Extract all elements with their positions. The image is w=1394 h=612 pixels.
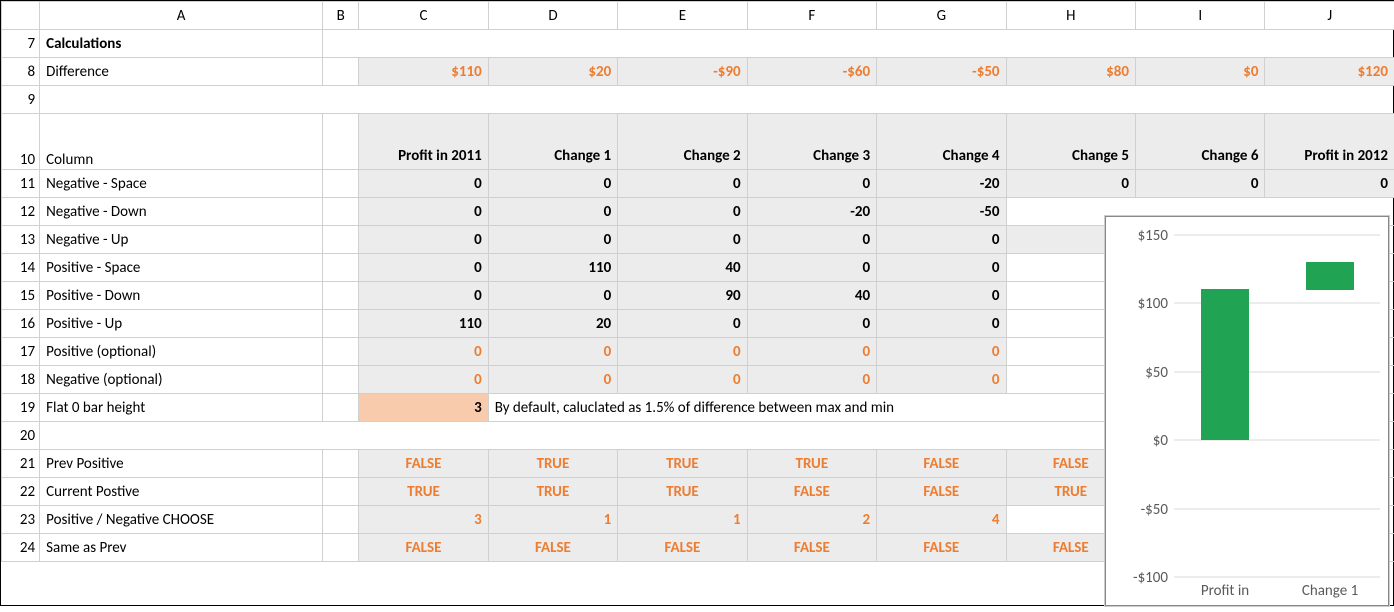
cell-I10[interactable]: Change 6	[1135, 114, 1264, 170]
row-hdr-10[interactable]: 10	[2, 114, 40, 170]
cell-F8[interactable]: -$60	[747, 58, 876, 86]
row-hdr-8[interactable]: 8	[2, 58, 40, 86]
cell-A13[interactable]: Negative - Up	[40, 226, 323, 254]
col-hdr-I[interactable]: I	[1135, 2, 1264, 30]
ytick-0: $0	[1153, 432, 1169, 450]
cell-E8[interactable]: -$90	[618, 58, 747, 86]
cell-D8[interactable]: $20	[488, 58, 617, 86]
cell-H8[interactable]: $80	[1006, 58, 1135, 86]
ytick-50: $50	[1145, 364, 1168, 382]
ytick-150: $150	[1138, 227, 1169, 245]
waterfall-chart[interactable]: $150 $100 $50 $0 -$50 -$100 Profit in Ch…	[1105, 216, 1389, 606]
cell-F10[interactable]: Change 3	[747, 114, 876, 170]
ytick-n100: -$100	[1133, 569, 1168, 587]
cell-A8[interactable]: Difference	[40, 58, 323, 86]
cell-C19[interactable]: 3	[359, 394, 488, 422]
xcat-0: Profit in	[1201, 582, 1249, 600]
cell-G8[interactable]: -$50	[877, 58, 1006, 86]
col-hdr-D[interactable]: D	[488, 2, 617, 30]
cell-A16[interactable]: Positive - Up	[40, 310, 323, 338]
col-hdr-A[interactable]: A	[40, 2, 323, 30]
cell-C10[interactable]: Profit in 2011	[359, 114, 488, 170]
cell-A15[interactable]: Positive - Down	[40, 282, 323, 310]
col-hdr-J[interactable]: J	[1265, 2, 1394, 30]
col-hdr-B[interactable]: B	[323, 2, 359, 30]
row-hdr-7[interactable]: 7	[2, 30, 40, 58]
cell-A12[interactable]: Negative - Down	[40, 198, 323, 226]
cell-D10[interactable]: Change 1	[488, 114, 617, 170]
cell-H10[interactable]: Change 5	[1006, 114, 1135, 170]
cell-E10[interactable]: Change 2	[618, 114, 747, 170]
cell-A14[interactable]: Positive - Space	[40, 254, 323, 282]
cell-A22[interactable]: Current Postive	[40, 478, 323, 506]
cell-J10[interactable]: Profit in 2012	[1265, 114, 1394, 170]
cell-A21[interactable]: Prev Positive	[40, 450, 323, 478]
cell-J8[interactable]: $120	[1265, 58, 1394, 86]
col-hdr-E[interactable]: E	[618, 2, 747, 30]
corner-cell[interactable]	[2, 2, 40, 30]
chart-svg: $150 $100 $50 $0 -$50 -$100 Profit in Ch…	[1106, 217, 1390, 607]
bar-profit-2011	[1201, 289, 1249, 440]
col-hdr-G[interactable]: G	[877, 2, 1006, 30]
cell-A23[interactable]: Positive / Negative CHOOSE	[40, 506, 323, 534]
xcat-1: Change 1	[1302, 582, 1358, 600]
cell-A18[interactable]: Negative (optional)	[40, 366, 323, 394]
col-hdr-C[interactable]: C	[359, 2, 488, 30]
ytick-n50: -$50	[1141, 501, 1169, 519]
col-hdr-F[interactable]: F	[747, 2, 876, 30]
ytick-100: $100	[1138, 295, 1169, 313]
cell-A17[interactable]: Positive (optional)	[40, 338, 323, 366]
cell-A19[interactable]: Flat 0 bar height	[40, 394, 323, 422]
cell-A11[interactable]: Negative - Space	[40, 170, 323, 198]
row-hdr-9[interactable]: 9	[2, 86, 40, 114]
cell-G10[interactable]: Change 4	[877, 114, 1006, 170]
col-hdr-H[interactable]: H	[1006, 2, 1135, 30]
cell-empty-7[interactable]	[323, 30, 1394, 58]
cell-A24[interactable]: Same as Prev	[40, 534, 323, 562]
cell-A7[interactable]: Calculations	[40, 30, 323, 58]
column-header-row: A B C D E F G H I J	[2, 2, 1394, 30]
cell-I8[interactable]: $0	[1135, 58, 1264, 86]
cell-A10[interactable]: Column	[40, 114, 323, 170]
cell-C8[interactable]: $110	[359, 58, 488, 86]
bar-change-1	[1306, 262, 1354, 290]
